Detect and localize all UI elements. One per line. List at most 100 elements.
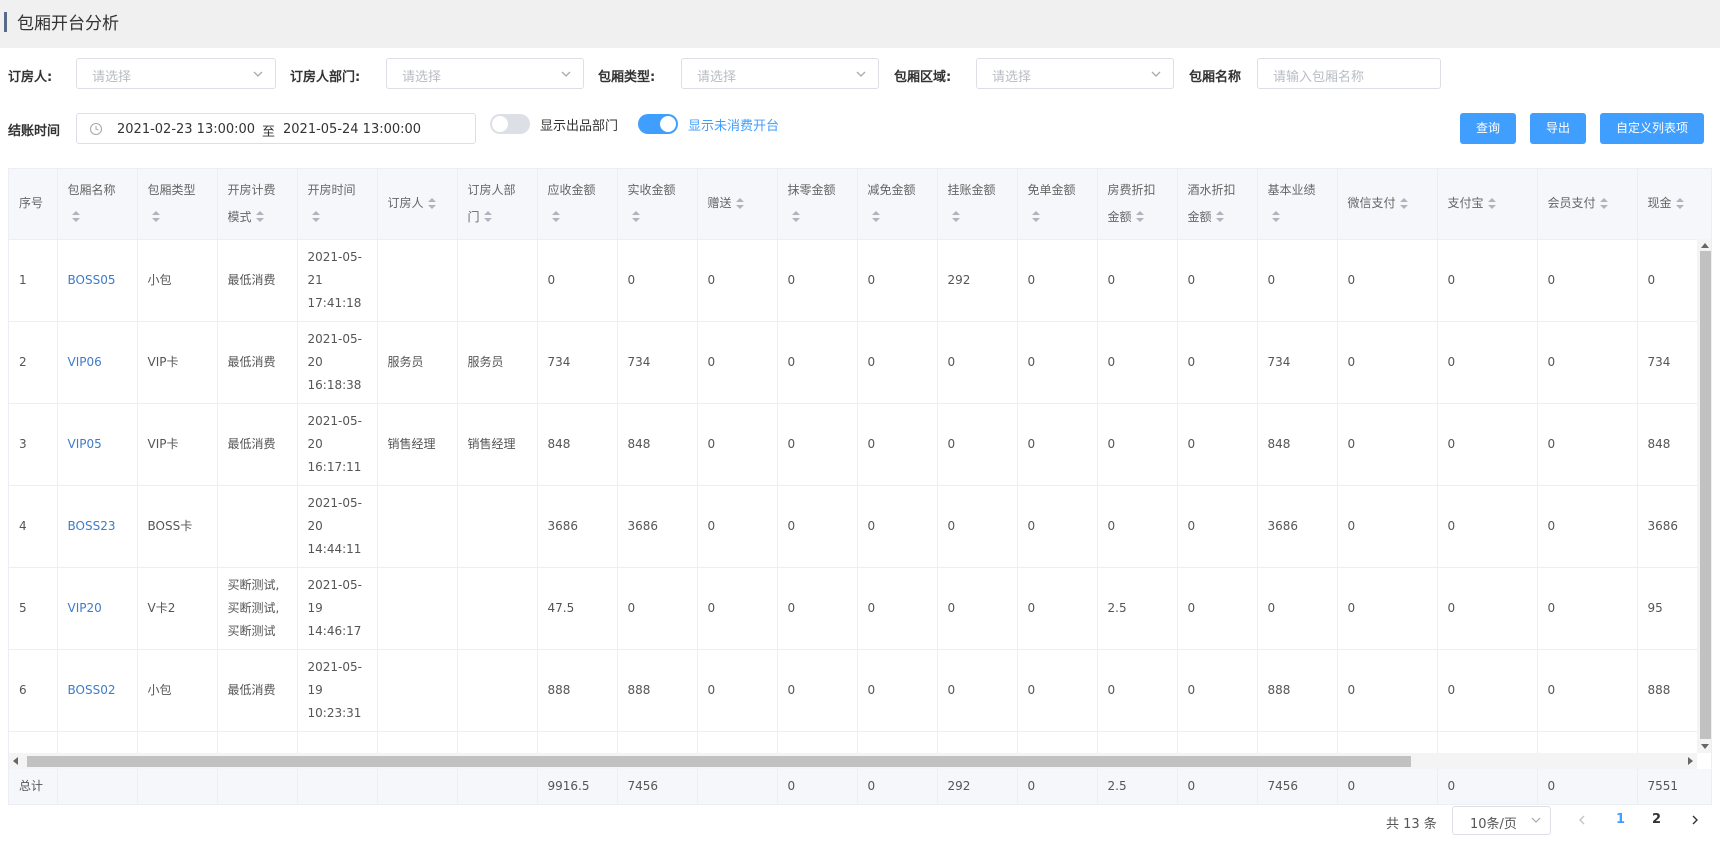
date-start[interactable]: 2021-02-23 13:00:00 xyxy=(117,122,255,137)
chevron-down-icon xyxy=(1531,817,1541,823)
sort-icon[interactable] xyxy=(1487,197,1497,210)
sort-icon[interactable] xyxy=(311,211,321,223)
table-cell: 0 xyxy=(1177,321,1258,404)
table-cell: 买断测试,买断测试,买断测试 xyxy=(217,567,298,650)
sort-icon[interactable] xyxy=(791,211,801,223)
page-2[interactable]: 2 xyxy=(1652,812,1661,827)
sort-icon[interactable] xyxy=(427,197,437,210)
table-row[interactable]: 3 VIP05 VIP卡 最低消费 2021-05-20 16:17:11 销售经理 销售经… xyxy=(9,403,1711,486)
table-row[interactable]: 4 BOSS23 BOSS卡 2021-05-20 14:44:11 3686 3686 0… xyxy=(9,485,1711,568)
column-header[interactable]: 订房人 xyxy=(377,169,458,240)
column-header[interactable]: 开房计费模式 xyxy=(217,169,298,240)
table-footer: 总计 9916.5 7456 0 0 292 0 2.5 0 7456 0 0 0 7551 xyxy=(9,769,1711,804)
room-type-select[interactable]: 请选择 xyxy=(681,58,879,89)
column-header[interactable]: 订房人部门 xyxy=(457,169,538,240)
table-cell: 2.5 xyxy=(1097,567,1178,650)
scroll-down-icon[interactable] xyxy=(1701,744,1709,749)
sort-icon[interactable] xyxy=(735,197,745,210)
data-table: 序号 包厢名称 包厢类型 开房计费模式 开房时间 订房人 订房人部门 应收金额 实收金额 赠送 抹零… xyxy=(8,168,1712,805)
total-cell xyxy=(217,769,298,804)
sort-icon[interactable] xyxy=(1215,211,1225,223)
table-row[interactable]: 5 VIP20 V卡2 买断测试,买断测试,买断测试 2021-05-19 14:46:… xyxy=(9,567,1711,650)
table-cell: 0 xyxy=(857,485,938,568)
toggle-knob xyxy=(660,116,676,132)
room-area-select[interactable]: 请选择 xyxy=(976,58,1174,89)
column-header[interactable]: 赠送 xyxy=(697,169,778,240)
column-header[interactable]: 现金 xyxy=(1637,169,1711,240)
column-header[interactable]: 包厢名称 xyxy=(57,169,138,240)
column-header[interactable]: 微信支付 xyxy=(1337,169,1438,240)
sort-icon[interactable] xyxy=(483,211,493,223)
table-row[interactable]: 2 VIP06 VIP卡 最低消费 2021-05-20 16:18:38 服务员 服务员 7… xyxy=(9,321,1711,404)
column-header[interactable]: 免单金额 xyxy=(1017,169,1098,240)
table-cell: 3686 xyxy=(537,485,618,568)
table-row[interactable]: 1 BOSS05 小包 最低消费 2021-05-21 17:41:18 0 0 0 0 0 292… xyxy=(9,239,1711,322)
table-cell: 0 xyxy=(1437,485,1538,568)
room-area-placeholder: 请选择 xyxy=(992,70,1032,85)
table-cell: 848 xyxy=(537,403,618,486)
date-end[interactable]: 2021-05-24 13:00:00 xyxy=(283,122,421,137)
column-header[interactable]: 基本业绩 xyxy=(1257,169,1338,240)
sort-icon[interactable] xyxy=(951,211,961,223)
table-cell: 0 xyxy=(1537,485,1638,568)
show-unconsumed-toggle[interactable] xyxy=(638,114,678,134)
sort-icon[interactable] xyxy=(1135,211,1145,223)
total-cell: 0 xyxy=(777,769,858,804)
show-dept-toggle[interactable] xyxy=(490,114,530,134)
horizontal-scroll-thumb[interactable] xyxy=(27,756,1411,767)
table-cell: 0 xyxy=(1177,485,1258,568)
sort-icon[interactable] xyxy=(1675,197,1685,210)
column-header[interactable]: 房费折扣金额 xyxy=(1097,169,1178,240)
column-header-label: 包厢类型 xyxy=(147,182,196,197)
room-name-link[interactable]: BOSS23 xyxy=(57,485,138,568)
column-header[interactable]: 减免金额 xyxy=(857,169,938,240)
sort-icon[interactable] xyxy=(1031,211,1041,223)
export-button[interactable]: 导出 xyxy=(1530,113,1586,144)
room-name-link[interactable]: VIP20 xyxy=(57,567,138,650)
room-name-link[interactable]: VIP05 xyxy=(57,403,138,486)
vertical-scroll-thumb[interactable] xyxy=(1700,251,1711,739)
sort-icon[interactable] xyxy=(551,211,561,223)
scroll-left-icon[interactable] xyxy=(13,757,18,765)
page-1[interactable]: 1 xyxy=(1616,812,1625,827)
column-header-label: 开房时间 xyxy=(307,182,356,197)
column-header[interactable]: 支付宝 xyxy=(1437,169,1538,240)
custom-columns-button[interactable]: 自定义列表项 xyxy=(1600,113,1704,144)
column-header[interactable]: 酒水折扣金额 xyxy=(1177,169,1258,240)
column-header[interactable]: 应收金额 xyxy=(537,169,618,240)
column-header[interactable]: 抹零金额 xyxy=(777,169,858,240)
sort-icon[interactable] xyxy=(1599,197,1609,210)
table-cell: 0 xyxy=(697,485,778,568)
page-size-select[interactable]: 10条/页 xyxy=(1452,806,1551,835)
room-name-input[interactable]: 请输入包厢名称 xyxy=(1257,58,1441,89)
column-header[interactable]: 开房时间 xyxy=(297,169,378,240)
column-header[interactable]: 包厢类型 xyxy=(137,169,218,240)
vertical-scrollbar[interactable] xyxy=(1697,239,1711,753)
horizontal-scrollbar[interactable] xyxy=(9,753,1697,769)
sort-icon[interactable] xyxy=(1399,197,1409,210)
table-cell xyxy=(377,567,458,650)
column-header[interactable]: 实收金额 xyxy=(617,169,698,240)
sort-icon[interactable] xyxy=(71,211,81,223)
room-name-link[interactable]: BOSS02 xyxy=(57,649,138,732)
query-button[interactable]: 查询 xyxy=(1460,113,1516,144)
sort-icon[interactable] xyxy=(1271,211,1281,223)
booker-dept-select[interactable]: 请选择 xyxy=(386,58,584,89)
next-page-icon[interactable] xyxy=(1690,814,1700,826)
room-name-link[interactable]: VIP06 xyxy=(57,321,138,404)
checkout-date-range[interactable]: 2021-02-23 13:00:00 至 2021-05-24 13:00:0… xyxy=(76,113,476,144)
column-header[interactable]: 会员支付 xyxy=(1537,169,1638,240)
scroll-right-icon[interactable] xyxy=(1688,757,1693,765)
booker-select[interactable]: 请选择 xyxy=(76,58,276,89)
sort-icon[interactable] xyxy=(151,211,161,223)
table-row[interactable]: 6 BOSS02 小包 最低消费 2021-05-19 10:23:31 888 888 0 0… xyxy=(9,649,1711,732)
table-cell: 0 xyxy=(1017,567,1098,650)
room-name-link[interactable]: BOSS05 xyxy=(57,239,138,322)
sort-icon[interactable] xyxy=(871,211,881,223)
room-type-placeholder: 请选择 xyxy=(697,70,737,85)
sort-icon[interactable] xyxy=(255,211,265,223)
scroll-up-icon[interactable] xyxy=(1701,243,1709,248)
column-header[interactable]: 挂账金额 xyxy=(937,169,1018,240)
prev-page-icon[interactable] xyxy=(1577,814,1587,826)
sort-icon[interactable] xyxy=(631,211,641,223)
